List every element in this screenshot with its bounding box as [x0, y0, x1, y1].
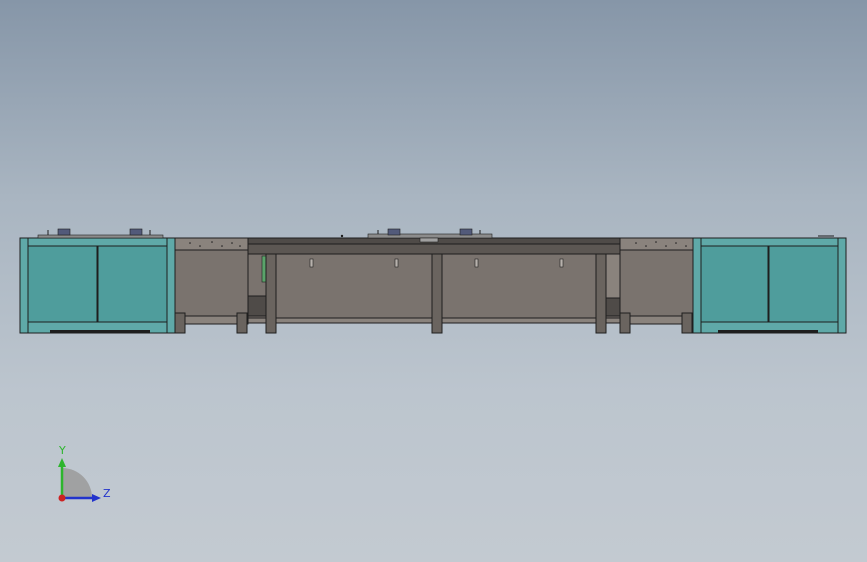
y-axis-label: Y [58, 444, 66, 457]
machine-assembly-side-view[interactable] [0, 0, 867, 562]
left-cabinet-door-right [97, 245, 169, 323]
y-axis-arrowhead [58, 458, 66, 467]
z-axis-arrowhead [92, 494, 101, 502]
right-cabinet-door-left [700, 245, 769, 323]
triad-quadrant [62, 468, 92, 498]
center-panel-left [275, 253, 433, 319]
right-cabinet-door-right [768, 245, 839, 323]
x-axis-origin [58, 494, 66, 502]
z-axis-label: Z [103, 487, 111, 500]
left-connecting-frame[interactable] [174, 237, 249, 334]
center-frame[interactable] [247, 228, 621, 334]
cad-viewport[interactable]: Y Z [0, 0, 867, 562]
left-cabinet[interactable] [19, 228, 176, 334]
center-panel-right [441, 253, 597, 319]
right-cabinet[interactable] [692, 235, 847, 334]
orientation-triad: Y Z [58, 444, 111, 502]
left-cabinet-door-left [27, 245, 98, 323]
